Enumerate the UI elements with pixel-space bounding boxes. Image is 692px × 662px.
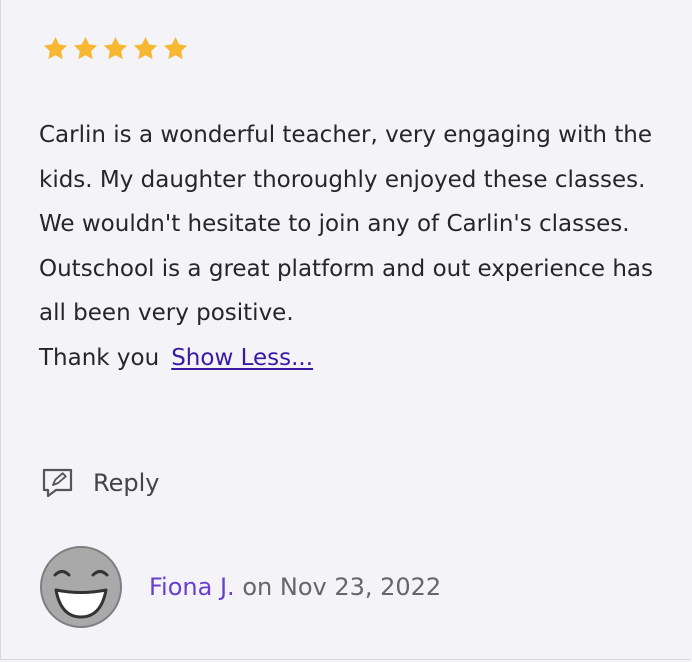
date-prefix: on bbox=[242, 573, 273, 601]
review-date: Nov 23, 2022 bbox=[279, 573, 442, 601]
author-name[interactable]: Fiona J. bbox=[149, 573, 235, 601]
byline: Fiona J. on Nov 23, 2022 bbox=[149, 573, 441, 601]
show-less-link[interactable]: Show Less... bbox=[171, 345, 313, 371]
star-icon bbox=[41, 35, 70, 62]
review-paragraph: Carlin is a wonderful teacher, very enga… bbox=[39, 122, 653, 237]
star-icon bbox=[101, 35, 130, 62]
star-icon bbox=[131, 35, 160, 62]
review-author: Fiona J. on Nov 23, 2022 bbox=[39, 545, 441, 629]
star-rating bbox=[41, 35, 190, 62]
star-icon bbox=[71, 35, 100, 62]
review-closing-line: Thank you Show Less... bbox=[39, 336, 659, 381]
reply-label: Reply bbox=[93, 469, 160, 497]
closing-text: Thank you bbox=[39, 344, 160, 371]
review-paragraph: Outschool is a great platform and out ex… bbox=[39, 255, 654, 327]
review-card: Carlin is a wonderful teacher, very enga… bbox=[0, 0, 690, 660]
reply-button[interactable]: Reply bbox=[41, 466, 159, 500]
star-icon bbox=[161, 35, 190, 62]
smiley-avatar bbox=[39, 545, 123, 629]
reply-icon bbox=[41, 466, 75, 500]
review-text: Carlin is a wonderful teacher, very enga… bbox=[39, 113, 659, 380]
